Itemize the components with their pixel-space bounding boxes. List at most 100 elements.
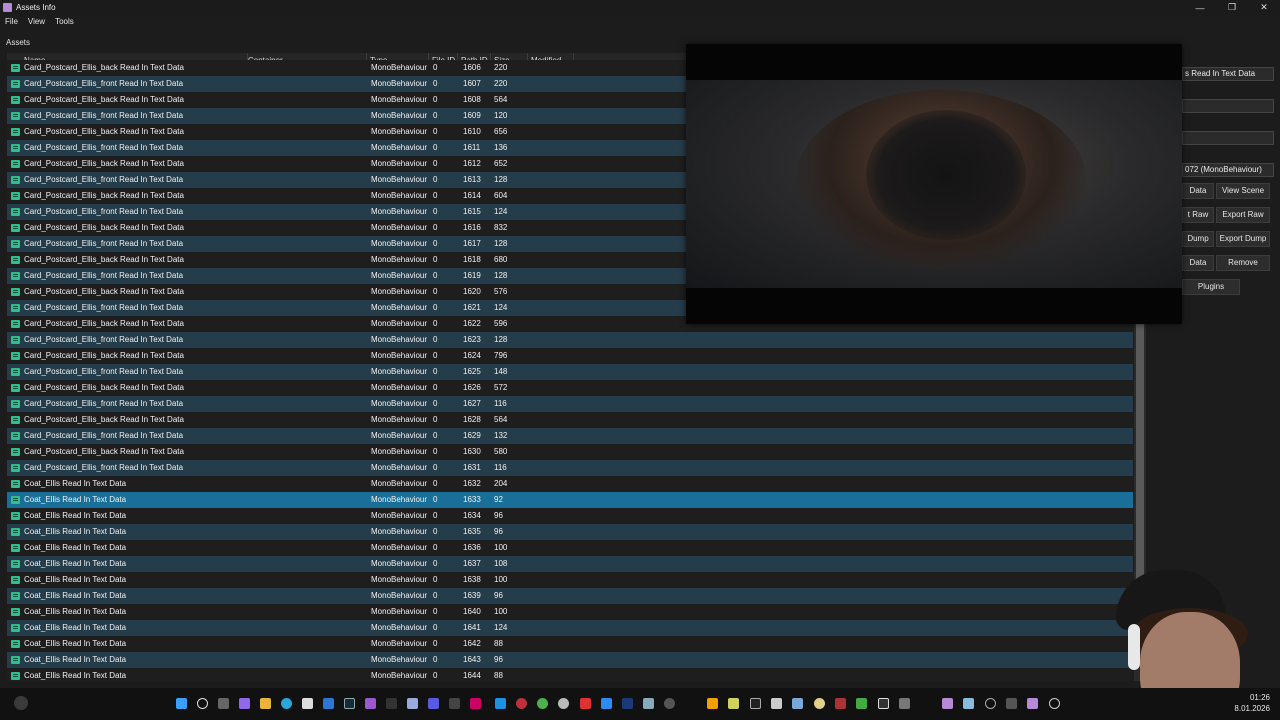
table-row[interactable]: Card_Postcard_Ellis_back Read In Text Da… bbox=[7, 412, 1133, 428]
app-icon-round[interactable] bbox=[664, 698, 675, 709]
app-icon-active[interactable] bbox=[1027, 698, 1038, 709]
settings-icon[interactable] bbox=[558, 698, 569, 709]
app-icon-box[interactable] bbox=[899, 698, 910, 709]
export-raw-left-button[interactable]: t Raw bbox=[1182, 207, 1214, 223]
taskbar-clock[interactable]: 01:26 8.01.2026 bbox=[1234, 692, 1270, 714]
asset-type-field[interactable]: 072 (MonoBehaviour) bbox=[1182, 163, 1274, 177]
text-asset-icon bbox=[11, 512, 20, 520]
export-raw-button[interactable]: Export Raw bbox=[1216, 207, 1270, 223]
edge-icon[interactable] bbox=[281, 698, 292, 709]
menu-file[interactable]: File bbox=[0, 15, 23, 28]
table-row[interactable]: Card_Postcard_Ellis_back Read In Text Da… bbox=[7, 348, 1133, 364]
view-data-button[interactable]: Data bbox=[1182, 183, 1214, 199]
cell-size: 132 bbox=[494, 431, 508, 440]
table-row[interactable]: Card_Postcard_Ellis_front Read In Text D… bbox=[7, 460, 1133, 476]
app-icon-pen[interactable] bbox=[963, 698, 974, 709]
adobe-icon[interactable] bbox=[622, 698, 633, 709]
data-left-button[interactable]: Data bbox=[1182, 255, 1214, 271]
steam-icon[interactable] bbox=[344, 698, 355, 709]
table-row[interactable]: Coat_Ellis Read In Text Data MonoBehaviou… bbox=[7, 620, 1133, 636]
start-menu-icon[interactable] bbox=[176, 698, 187, 709]
table-row[interactable]: Coat_Ellis Read In Text Data MonoBehaviou… bbox=[7, 572, 1133, 588]
magnifier-icon[interactable] bbox=[985, 698, 996, 709]
table-row[interactable]: Coat_Ellis Read In Text Data MonoBehaviou… bbox=[7, 652, 1133, 668]
export-dump-button[interactable]: Export Dump bbox=[1216, 231, 1270, 247]
table-row[interactable]: Coat_Ellis Read In Text Data MonoBehaviou… bbox=[7, 604, 1133, 620]
asset-name-field[interactable]: s Read In Text Data bbox=[1182, 67, 1274, 81]
cell-file-id: 0 bbox=[433, 559, 438, 568]
plugins-button[interactable]: Plugins bbox=[1182, 279, 1240, 295]
app-icon-dark[interactable] bbox=[386, 698, 397, 709]
cell-size: 124 bbox=[494, 207, 508, 216]
table-row[interactable]: Coat_Ellis Read In Text Data MonoBehaviou… bbox=[7, 508, 1133, 524]
table-row[interactable]: Card_Postcard_Ellis_front Read In Text D… bbox=[7, 332, 1133, 348]
widgets-icon[interactable] bbox=[239, 698, 250, 709]
remove-button[interactable]: Remove bbox=[1216, 255, 1270, 271]
store-icon[interactable] bbox=[302, 698, 313, 709]
text-asset-icon bbox=[11, 128, 20, 136]
weather-widget-icon[interactable] bbox=[14, 696, 28, 710]
cell-size: 100 bbox=[494, 575, 508, 584]
table-row[interactable]: Card_Postcard_Ellis_back Read In Text Da… bbox=[7, 444, 1133, 460]
cell-size: 100 bbox=[494, 543, 508, 552]
search-icon[interactable] bbox=[197, 698, 208, 709]
app-icon-green[interactable] bbox=[856, 698, 867, 709]
view-scene-button[interactable]: View Scene bbox=[1216, 183, 1270, 199]
app-icon-pink[interactable] bbox=[470, 698, 481, 709]
cell-name: Card_Postcard_Ellis_front Read In Text D… bbox=[24, 335, 184, 344]
mail-icon[interactable] bbox=[323, 698, 334, 709]
opera-icon[interactable] bbox=[516, 698, 527, 709]
brave-icon[interactable] bbox=[707, 698, 718, 709]
app-icon-sky[interactable] bbox=[792, 698, 803, 709]
app-icon-teal[interactable] bbox=[643, 698, 654, 709]
app-icon-grey[interactable] bbox=[449, 698, 460, 709]
cell-size: 572 bbox=[494, 383, 508, 392]
cell-size: 120 bbox=[494, 111, 508, 120]
system-tray-icon[interactable] bbox=[1049, 698, 1060, 709]
table-row[interactable]: Coat_Ellis Read In Text Data MonoBehaviou… bbox=[7, 556, 1133, 572]
app-icon-light[interactable] bbox=[407, 698, 418, 709]
assets-info-taskbar-icon[interactable] bbox=[942, 698, 953, 709]
app-icon-red[interactable] bbox=[580, 698, 591, 709]
table-row-selected[interactable]: Coat_Ellis Read In Text Data MonoBehaviou… bbox=[7, 492, 1133, 508]
app-icon-x[interactable] bbox=[878, 698, 889, 709]
menu-view[interactable]: View bbox=[23, 15, 50, 28]
table-row[interactable]: Coat_Ellis Read In Text Data MonoBehaviou… bbox=[7, 540, 1133, 556]
video-player-overlay[interactable] bbox=[686, 44, 1182, 324]
webcam-headphone bbox=[1128, 624, 1140, 670]
terminal-icon[interactable] bbox=[750, 698, 761, 709]
app-icon-yellow[interactable] bbox=[814, 698, 825, 709]
maximize-button[interactable]: ❐ bbox=[1216, 0, 1248, 15]
table-row[interactable]: Coat_Ellis Read In Text Data MonoBehaviou… bbox=[7, 524, 1133, 540]
app-icon-maroon[interactable] bbox=[835, 698, 846, 709]
cell-path-id: 1608 bbox=[463, 95, 481, 104]
cell-type: MonoBehaviour bbox=[371, 527, 428, 536]
close-button[interactable]: ✕ bbox=[1248, 0, 1280, 15]
table-row[interactable]: Card_Postcard_Ellis_back Read In Text Da… bbox=[7, 380, 1133, 396]
file-explorer-icon[interactable] bbox=[260, 698, 271, 709]
asset-field-2[interactable] bbox=[1182, 99, 1274, 113]
table-row[interactable]: Coat_Ellis Read In Text Data MonoBehaviou… bbox=[7, 476, 1133, 492]
app-icon-azure[interactable] bbox=[601, 698, 612, 709]
table-row[interactable]: Card_Postcard_Ellis_front Read In Text D… bbox=[7, 364, 1133, 380]
vscode-icon[interactable] bbox=[495, 698, 506, 709]
chrome-icon[interactable] bbox=[537, 698, 548, 709]
cell-file-id: 0 bbox=[433, 303, 438, 312]
table-row[interactable]: Coat_Ellis Read In Text Data MonoBehaviou… bbox=[7, 668, 1133, 681]
asset-field-3[interactable] bbox=[1182, 131, 1274, 145]
minimize-button[interactable]: — bbox=[1184, 0, 1216, 15]
task-view-icon[interactable] bbox=[218, 698, 229, 709]
notes-icon[interactable] bbox=[728, 698, 739, 709]
cell-type: MonoBehaviour bbox=[371, 495, 428, 504]
table-row[interactable]: Coat_Ellis Read In Text Data MonoBehaviou… bbox=[7, 636, 1133, 652]
cell-path-id: 1623 bbox=[463, 335, 481, 344]
table-row[interactable]: Card_Postcard_Ellis_front Read In Text D… bbox=[7, 396, 1133, 412]
app-icon-white[interactable] bbox=[771, 698, 782, 709]
table-row[interactable]: Card_Postcard_Ellis_front Read In Text D… bbox=[7, 428, 1133, 444]
menu-tools[interactable]: Tools bbox=[50, 15, 79, 28]
app-icon-arrow[interactable] bbox=[1006, 698, 1017, 709]
table-row[interactable]: Coat_Ellis Read In Text Data MonoBehaviou… bbox=[7, 588, 1133, 604]
app-icon-purple[interactable] bbox=[365, 698, 376, 709]
app-icon-blue[interactable] bbox=[428, 698, 439, 709]
dump-left-button[interactable]: Dump bbox=[1182, 231, 1214, 247]
